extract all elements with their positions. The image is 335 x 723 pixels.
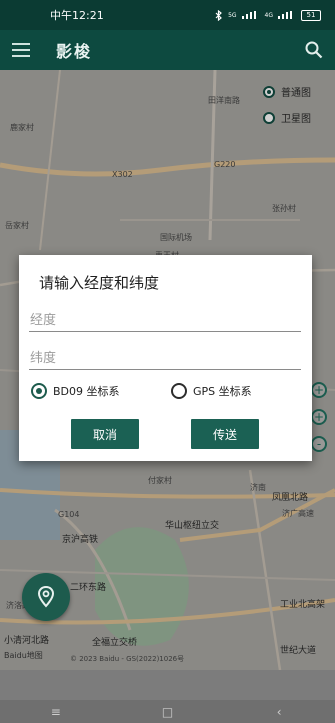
map-label: 田洋南路 [208, 96, 240, 105]
nav-menu-button[interactable]: ≡ [36, 705, 76, 719]
location-fab-button[interactable] [22, 573, 70, 621]
map-label: 国际机场 [160, 233, 192, 242]
map-label: 岳家村 [5, 221, 29, 230]
map-type-label: 普通图 [281, 88, 311, 99]
map-label: 世纪大道 [280, 646, 317, 656]
map-label: 凤凰北路 [272, 493, 309, 503]
longitude-input[interactable] [29, 310, 302, 331]
radio-gps[interactable] [171, 383, 187, 399]
zoom-in-button-2[interactable]: + [311, 409, 327, 425]
signal-icon [241, 11, 260, 19]
app-bar: 影梭 [0, 30, 335, 70]
coordinate-dialog: 请输入经度和纬度 BD09 坐标系 GPS 坐标系 取消 传送 [19, 255, 312, 461]
map-label: 付家村 [148, 476, 172, 485]
app-title: 影梭 [56, 42, 93, 61]
dialog-title: 请输入经度和纬度 [39, 274, 160, 292]
nav-home-button[interactable]: □ [147, 705, 187, 719]
radio-bd09-selected[interactable] [31, 383, 47, 399]
latitude-input[interactable] [29, 348, 302, 369]
hamburger-menu-icon[interactable] [12, 43, 30, 57]
location-pin-icon [37, 585, 55, 608]
map-type-radio[interactable] [263, 111, 275, 124]
map-label: 济南 [250, 483, 266, 492]
map-label: 济广高速 [282, 509, 314, 518]
map-label: G104 [58, 510, 80, 519]
bluetooth-icon [215, 9, 222, 21]
latitude-field [29, 347, 302, 370]
map-logo: Baidu地图 [4, 651, 43, 660]
zoom-out-button[interactable]: - [311, 436, 327, 452]
status-icons: 5G 4G 51 [215, 9, 321, 21]
map-type-label: 卫星图 [281, 114, 311, 125]
map-label: 鹿家村 [10, 123, 34, 132]
map-type-radio-selected[interactable] [263, 85, 275, 98]
map-label: X302 [112, 170, 133, 179]
longitude-field [29, 309, 302, 332]
nav-back-button[interactable]: ‹ [259, 705, 299, 719]
search-icon[interactable] [305, 41, 323, 59]
map-label: G220 [214, 160, 236, 169]
map-copyright: © 2023 Baidu - GS(2022)1026号 [70, 655, 185, 663]
map-type-satellite[interactable]: 卫星图 [263, 110, 311, 125]
coord-option-label: BD09 坐标系 [53, 385, 120, 398]
network-5g-label: 5G [228, 11, 237, 19]
cancel-button[interactable]: 取消 [71, 419, 139, 449]
map-label: 小清河北路 [4, 636, 50, 646]
map-label: 张孙村 [272, 204, 296, 213]
zoom-in-button[interactable]: + [311, 382, 327, 398]
status-bar: 中午12:21 5G 4G 51 [0, 0, 335, 30]
battery-icon: 51 [301, 9, 321, 21]
map-type-normal[interactable]: 普通图 [263, 84, 311, 99]
signal-icon-2 [278, 11, 296, 19]
coord-option-bd09[interactable]: BD09 坐标系 [31, 383, 120, 399]
coord-option-label: GPS 坐标系 [193, 385, 252, 398]
coord-option-gps[interactable]: GPS 坐标系 [171, 383, 252, 399]
map-label: 二环东路 [70, 583, 107, 593]
send-button[interactable]: 传送 [191, 419, 259, 449]
system-nav-bar: ≡ □ ‹ [0, 700, 335, 723]
network-4g-label: 4G [264, 11, 273, 19]
map-label: 京沪高铁 [62, 535, 99, 545]
map-label: 华山枢纽立交 [165, 521, 220, 531]
map-label: 工业北高架 [280, 600, 326, 610]
status-time: 中午12:21 [50, 9, 104, 22]
map-label: 全福立交桥 [92, 638, 138, 648]
